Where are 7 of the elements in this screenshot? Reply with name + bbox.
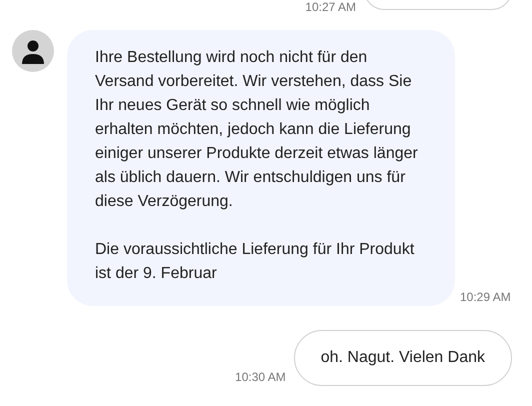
message-time: 10:29 AM	[460, 290, 511, 304]
message-text: Ihre Bestellung wird noch nicht für den Versand vorbereitet. Wir verstehen, dass Sie Ihr neues Gerät so schnell wie möglich erhalten möchten, jedoch kann die Lieferung einiger unserer Produkte derzeit etwas länger als üblich dauern. Wir entschuldigen uns für diese Verzögerung.	[95, 48, 419, 212]
message-time: 10:27 AM	[305, 0, 356, 14]
avatar-icon	[12, 30, 54, 72]
message-text: Die voraussichtliche Lieferung für Ihr Produkt ist der 9. Februar	[95, 240, 416, 284]
message-time: 10:30 AM	[235, 370, 286, 384]
message-text: oh. Nagut. Vielen Dank	[320, 348, 485, 368]
